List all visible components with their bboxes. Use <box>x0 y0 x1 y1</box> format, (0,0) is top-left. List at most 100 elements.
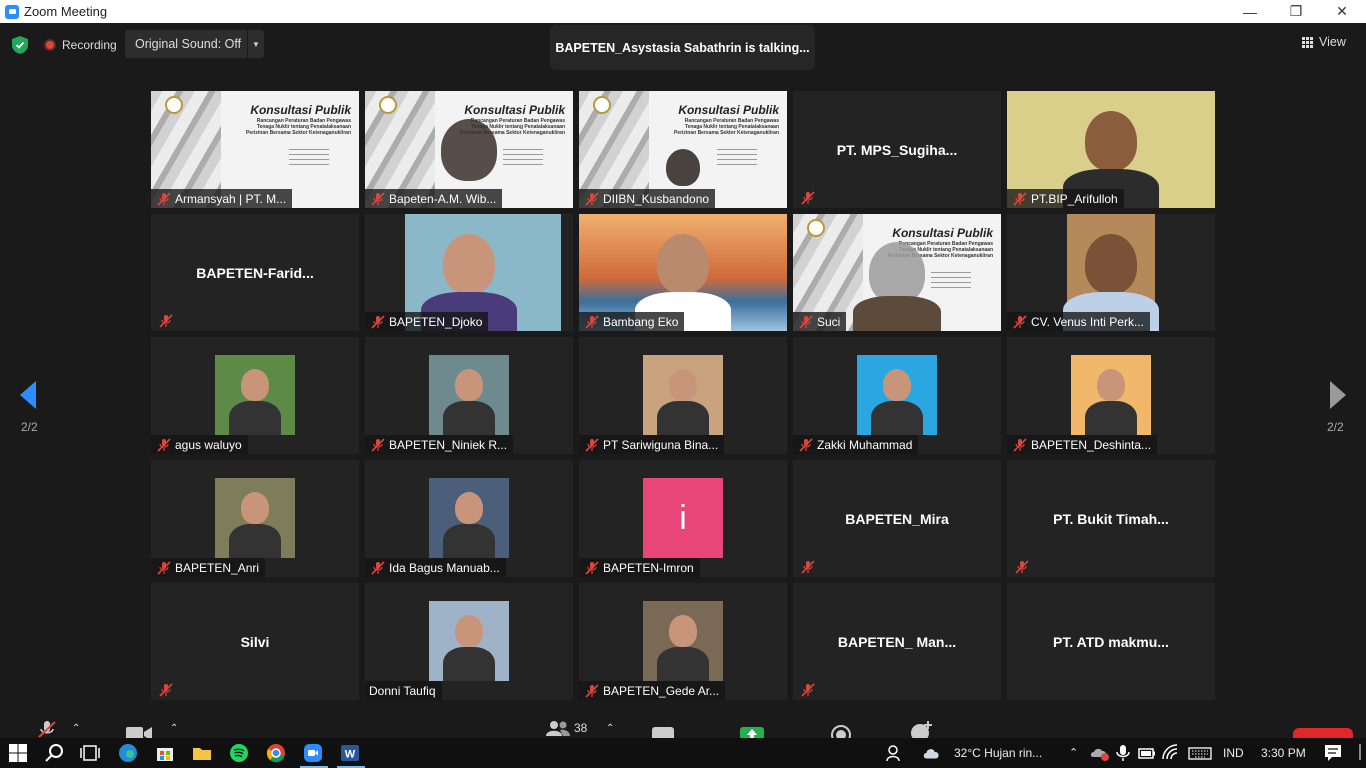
participant-tile[interactable]: i BAPETEN-Imron <box>579 460 787 577</box>
wifi-icon[interactable] <box>1161 743 1181 763</box>
participant-tile[interactable]: BAPETEN-Farid... <box>151 214 359 331</box>
participant-tile[interactable]: Konsultasi Publik Rancangan Peraturan Bad… <box>151 91 359 208</box>
profile-picture <box>643 601 723 681</box>
view-button[interactable]: View <box>1302 35 1346 49</box>
spotify-icon[interactable] <box>229 743 249 763</box>
participant-tile[interactable]: BAPETEN_Djoko <box>365 214 573 331</box>
microsoft-store-icon[interactable] <box>155 743 175 763</box>
participant-tile[interactable]: PT. ATD makmu... <box>1007 583 1215 700</box>
close-button[interactable]: ✕ <box>1319 0 1365 23</box>
bapeten-logo-icon <box>165 96 183 114</box>
participant-tile[interactable]: BAPETEN_Anri <box>151 460 359 577</box>
original-sound-label: Original Sound: Off <box>135 37 242 51</box>
video-options-chevron-icon[interactable]: ⌃ <box>170 718 178 738</box>
participant-tile[interactable]: PT Sariwiguna Bina... <box>579 337 787 454</box>
muted-microphone-icon <box>1011 314 1029 330</box>
end-meeting-button[interactable] <box>1293 728 1353 738</box>
original-sound-button[interactable]: Original Sound: Off ▼ <box>125 30 264 58</box>
profile-face <box>669 615 697 647</box>
participant-grid: Konsultasi Publik Rancangan Peraturan Bad… <box>151 91 1215 700</box>
participant-name: BAPETEN-Imron <box>603 560 694 575</box>
participants-button[interactable]: 38 <box>546 718 587 738</box>
talking-indicator: BAPETEN_Asystasia Sabathrin is talking..… <box>550 25 815 70</box>
participant-name-label: Suci <box>793 312 847 331</box>
muted-microphone-icon <box>799 190 817 206</box>
muted-microphone-icon <box>369 191 387 207</box>
profile-body <box>229 401 281 435</box>
word-icon[interactable]: W <box>340 743 360 763</box>
slide-title: Konsultasi Publik <box>464 103 565 117</box>
maximize-button[interactable]: ❐ <box>1273 0 1319 23</box>
participant-name: Donni Taufiq <box>369 683 436 698</box>
notifications-icon[interactable] <box>1323 743 1343 763</box>
grid-view-icon <box>1302 36 1313 48</box>
participant-tile[interactable]: Silvi <box>151 583 359 700</box>
keyboard-icon[interactable] <box>1188 743 1212 763</box>
show-hidden-icons-chevron-icon[interactable]: ⌃ <box>1069 746 1078 759</box>
zoom-taskbar-icon[interactable] <box>303 743 323 763</box>
participant-tile[interactable]: Ida Bagus Manuab... <box>365 460 573 577</box>
participant-tile[interactable]: BAPETEN_Gede Ar... <box>579 583 787 700</box>
participant-tile[interactable]: Zakki Muhammad <box>793 337 1001 454</box>
recording-label: Recording <box>62 38 117 52</box>
participant-tile[interactable]: PT.BIP_Arifulloh <box>1007 91 1215 208</box>
input-language[interactable]: IND <box>1223 746 1244 760</box>
security-shield-icon[interactable] <box>12 36 28 54</box>
profile-face <box>455 492 483 524</box>
onedrive-icon[interactable] <box>1090 743 1110 763</box>
participant-tile[interactable]: Konsultasi Publik Rancangan Peraturan Bad… <box>793 214 1001 331</box>
minimize-button[interactable]: — <box>1227 0 1273 23</box>
svg-text:W: W <box>345 749 356 761</box>
participant-body <box>853 296 941 331</box>
audio-options-chevron-icon[interactable]: ⌃ <box>72 718 80 738</box>
recording-indicator[interactable]: Recording <box>44 35 117 55</box>
participant-tile[interactable]: PT. MPS_Sugiha... <box>793 91 1001 208</box>
file-explorer-icon[interactable] <box>192 743 212 763</box>
participant-tile[interactable]: Konsultasi Publik Rancangan Peraturan Bad… <box>579 91 787 208</box>
weather-text[interactable]: 32°C Hujan rin... <box>954 746 1042 760</box>
muted-microphone-icon <box>369 560 387 576</box>
participant-tile[interactable]: CV. Venus Inti Perk... <box>1007 214 1215 331</box>
muted-microphone-icon <box>583 191 601 207</box>
participant-tile[interactable]: agus waluyo <box>151 337 359 454</box>
participant-name: BAPETEN_Djoko <box>389 314 483 329</box>
participant-face <box>657 234 709 294</box>
participant-name-label: BAPETEN_Djoko <box>365 312 489 331</box>
participant-tile[interactable]: PT. Bukit Timah... <box>1007 460 1215 577</box>
weather-cloud-icon[interactable] <box>922 743 942 763</box>
window-title: Zoom Meeting <box>24 4 108 19</box>
unmute-microphone-icon[interactable] <box>36 720 58 740</box>
chevron-down-icon[interactable]: ▼ <box>248 40 264 49</box>
participant-tile[interactable]: Bambang Eko <box>579 214 787 331</box>
battery-icon[interactable] <box>1137 743 1157 763</box>
profile-face <box>455 369 483 401</box>
participant-tile[interactable]: BAPETEN_Deshinta... <box>1007 337 1215 454</box>
task-view-icon[interactable] <box>80 743 100 763</box>
participant-tile[interactable]: BAPETEN_Niniek R... <box>365 337 573 454</box>
initial-avatar: i <box>643 478 723 558</box>
meeting-top-bar: Recording Original Sound: Off ▼ BAPETEN_… <box>0 23 1366 71</box>
profile-picture <box>1071 355 1151 435</box>
chrome-icon[interactable] <box>266 743 286 763</box>
edge-browser-icon[interactable] <box>118 743 138 763</box>
muted-microphone-icon <box>157 682 175 698</box>
participant-display-name: BAPETEN_Mira <box>845 510 949 527</box>
reactions-icon[interactable] <box>910 720 934 740</box>
participant-display-name: BAPETEN_ Man... <box>837 633 957 650</box>
microphone-tray-icon[interactable] <box>1113 743 1133 763</box>
previous-page-arrow-icon[interactable] <box>18 380 38 410</box>
search-icon[interactable] <box>45 743 65 763</box>
participant-tile[interactable]: Donni Taufiq <box>365 583 573 700</box>
participant-tile[interactable]: BAPETEN_Mira <box>793 460 1001 577</box>
show-desktop-button[interactable] <box>1359 744 1361 760</box>
participant-tile[interactable]: Konsultasi Publik Rancangan Peraturan Bad… <box>365 91 573 208</box>
participant-tile[interactable]: BAPETEN_ Man... <box>793 583 1001 700</box>
next-page-arrow-icon[interactable] <box>1328 380 1348 410</box>
clock-time[interactable]: 3:30 PM <box>1261 746 1306 760</box>
people-icon[interactable] <box>885 743 905 763</box>
participants-chevron-icon[interactable]: ⌃ <box>606 718 614 738</box>
muted-microphone-icon <box>583 437 601 453</box>
profile-body <box>871 401 923 435</box>
windows-start-icon[interactable] <box>8 743 28 763</box>
participant-name-label: BAPETEN-Imron <box>579 558 700 577</box>
